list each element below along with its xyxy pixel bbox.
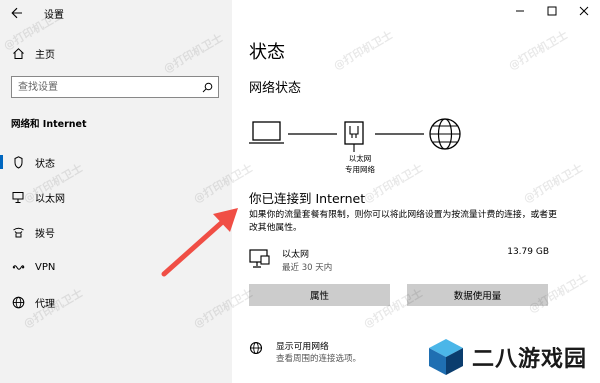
globe-icon (11, 295, 25, 309)
search-box[interactable] (11, 76, 219, 98)
nav-home[interactable]: 主页 (0, 42, 232, 64)
section-header: 网络和 Internet (11, 119, 87, 130)
close-button[interactable] (568, 0, 600, 22)
available-networks-sub: 查看周围的连接选项。 (276, 354, 362, 364)
back-arrow-icon (11, 7, 22, 19)
network-status-heading: 网络状态 (249, 81, 302, 96)
sidebar: 设置 主页 网络和 Internet 状态 以太网 拨号 (0, 0, 232, 383)
sidebar-item-proxy[interactable]: 代理 (0, 290, 232, 314)
ethernet-usage-row: 以太网 最近 30 天内 13.79 GB (249, 245, 549, 275)
page-title: 状态 (249, 42, 285, 63)
network-profile-label: 专用网络 (345, 165, 375, 174)
ethernet-port-icon (344, 121, 364, 152)
laptop-icon (249, 121, 284, 144)
sidebar-item-label: 代理 (35, 298, 55, 310)
globe-icon (429, 118, 461, 150)
ethernet-period: 最近 30 天内 (282, 263, 333, 273)
sidebar-item-label: 以太网 (35, 193, 65, 205)
connected-description: 如果你的流量套餐有限制，则你可以将此网络设置为按流量计费的连接，或者更改其他属性… (249, 210, 557, 233)
cube-logo-icon (429, 339, 463, 375)
site-logo: 二八游戏园 (426, 335, 596, 379)
maximize-button[interactable] (536, 0, 568, 22)
minimize-icon (516, 10, 524, 12)
main-panel: 状态 网络状态 以太网 专用网络 你已连接到 Internet 如果你的流量套餐… (232, 0, 600, 383)
maximize-icon (547, 6, 557, 16)
minimize-button[interactable] (504, 0, 536, 22)
logo-text: 二八游戏园 (472, 347, 588, 372)
app-title: 设置 (44, 10, 64, 21)
sidebar-item-status[interactable]: 状态 (0, 150, 232, 174)
sidebar-item-label: VPN (35, 261, 56, 273)
vpn-icon (11, 260, 25, 274)
properties-button[interactable]: 属性 (249, 284, 390, 306)
sidebar-item-label: 拨号 (35, 228, 55, 240)
ethernet-name: 以太网 (282, 250, 310, 260)
sidebar-item-dialup[interactable]: 拨号 (0, 220, 232, 244)
nav-home-label: 主页 (35, 49, 55, 61)
connected-title: 你已连接到 Internet (249, 191, 366, 206)
network-type-label: 以太网 (348, 154, 372, 163)
home-icon (11, 46, 25, 60)
sidebar-item-label: 状态 (35, 158, 55, 170)
network-label: 以太网 专用网络 (338, 153, 382, 175)
sidebar-item-vpn[interactable]: VPN (0, 255, 232, 279)
status-icon (11, 155, 25, 169)
search-icon[interactable] (196, 77, 218, 97)
ethernet-icon (11, 190, 25, 204)
sidebar-item-ethernet[interactable]: 以太网 (0, 185, 232, 209)
search-input[interactable] (12, 77, 196, 97)
dialup-icon (11, 225, 25, 239)
available-networks-title: 显示可用网络 (276, 342, 329, 352)
close-icon (579, 6, 589, 16)
title-bar: 设置 (0, 0, 232, 26)
back-button[interactable] (6, 2, 28, 24)
window-controls (504, 0, 600, 22)
show-available-networks-link[interactable]: 显示可用网络 查看周围的连接选项。 (249, 337, 449, 367)
data-usage-button[interactable]: 数据使用量 (407, 284, 548, 306)
wifi-globe-icon (249, 339, 267, 361)
ethernet-icon (249, 249, 271, 273)
ethernet-usage-value: 13.79 GB (507, 247, 549, 257)
